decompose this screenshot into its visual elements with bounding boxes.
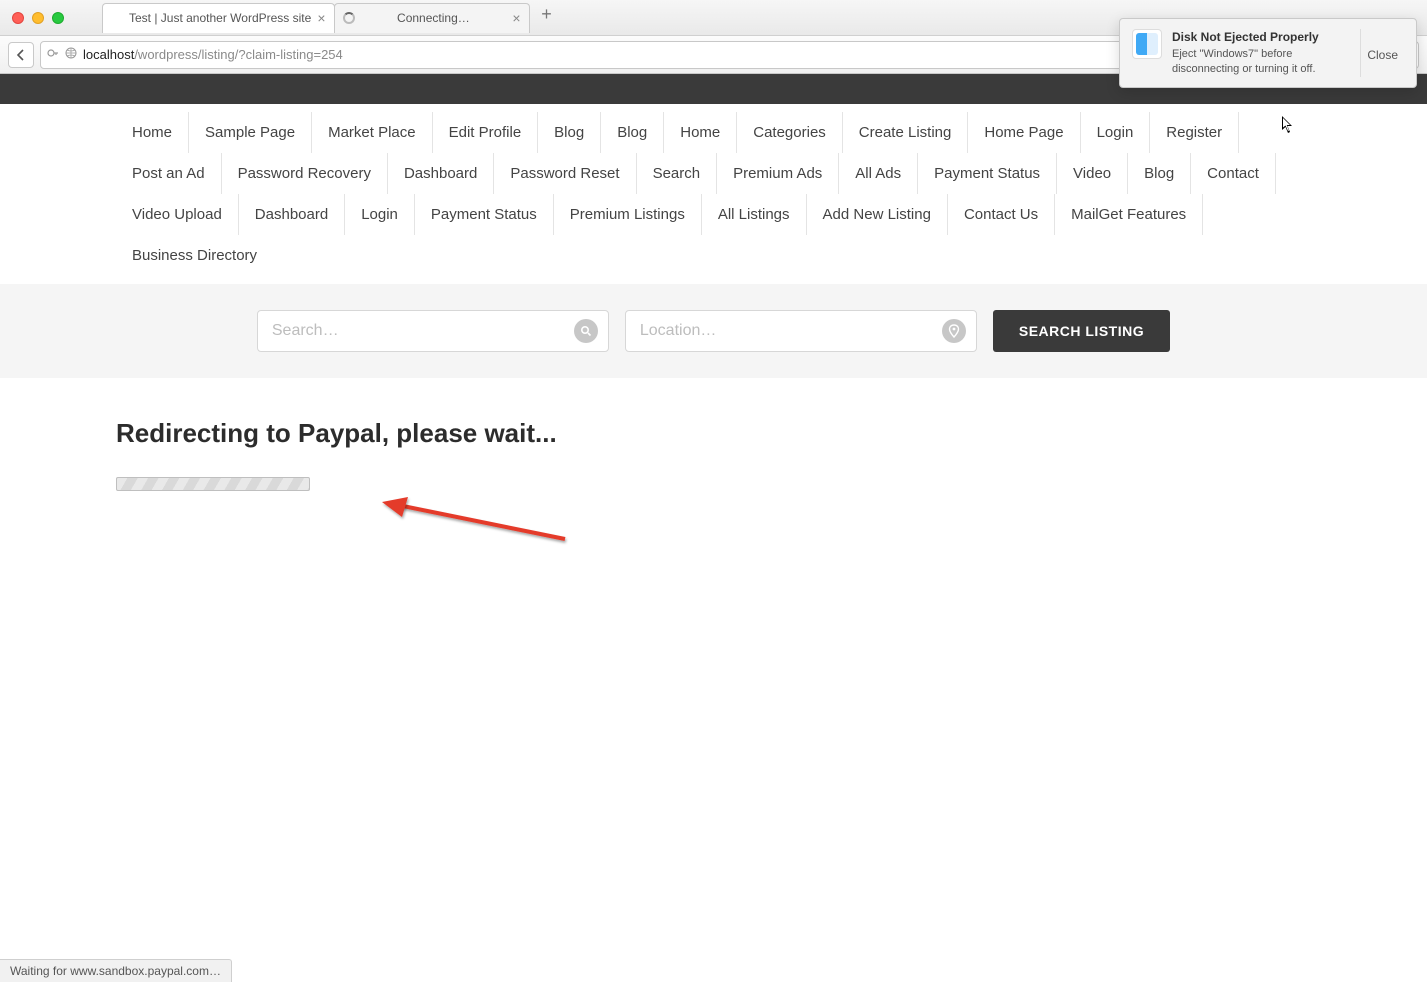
- nav-link-contact-us[interactable]: Contact Us: [948, 194, 1055, 235]
- loading-spinner-icon: [343, 12, 355, 24]
- window-close-button[interactable]: [12, 12, 24, 24]
- finder-icon: [1132, 29, 1162, 59]
- listing-search-bar: SEARCH LISTING: [0, 284, 1427, 378]
- nav-link-business-directory[interactable]: Business Directory: [116, 235, 273, 276]
- nav-link-video[interactable]: Video: [1057, 153, 1128, 194]
- url-text: localhost/wordpress/listing/?claim-listi…: [83, 47, 1197, 62]
- nav-link-video-upload[interactable]: Video Upload: [116, 194, 239, 235]
- nav-link-contact[interactable]: Contact: [1191, 153, 1276, 194]
- system-notification: Disk Not Ejected Properly Eject "Windows…: [1119, 18, 1417, 88]
- nav-link-payment-status[interactable]: Payment Status: [415, 194, 554, 235]
- globe-icon: [65, 47, 77, 62]
- nav-link-login[interactable]: Login: [345, 194, 415, 235]
- notification-close-button[interactable]: Close: [1360, 29, 1404, 77]
- search-icon[interactable]: [574, 319, 598, 343]
- main-nav: HomeSample PageMarket PlaceEdit ProfileB…: [0, 104, 1427, 284]
- tab-strip: Test | Just another WordPress site × Con…: [102, 3, 559, 33]
- nav-link-add-new-listing[interactable]: Add New Listing: [807, 194, 948, 235]
- nav-link-all-listings[interactable]: All Listings: [702, 194, 807, 235]
- address-bar[interactable]: localhost/wordpress/listing/?claim-listi…: [40, 41, 1233, 69]
- nav-link-dashboard[interactable]: Dashboard: [239, 194, 345, 235]
- nav-link-login[interactable]: Login: [1081, 112, 1151, 153]
- notification-body: Disk Not Ejected Properly Eject "Windows…: [1172, 29, 1350, 77]
- window-controls: [12, 12, 64, 24]
- nav-link-search[interactable]: Search: [637, 153, 718, 194]
- nav-link-sample-page[interactable]: Sample Page: [189, 112, 312, 153]
- new-tab-button[interactable]: +: [535, 3, 559, 27]
- nav-link-all-ads[interactable]: All Ads: [839, 153, 918, 194]
- location-input[interactable]: [640, 322, 942, 340]
- nav-link-blog[interactable]: Blog: [601, 112, 664, 153]
- progress-bar: [116, 477, 310, 491]
- tab-title: Test | Just another WordPress site: [123, 11, 317, 25]
- nav-link-edit-profile[interactable]: Edit Profile: [433, 112, 539, 153]
- tab-title: Connecting…: [355, 11, 513, 25]
- search-listing-button[interactable]: SEARCH LISTING: [993, 310, 1170, 352]
- tab-close-icon[interactable]: ×: [317, 11, 325, 25]
- page-content: Redirecting to Paypal, please wait...: [0, 378, 1427, 531]
- window-minimize-button[interactable]: [32, 12, 44, 24]
- nav-link-blog[interactable]: Blog: [538, 112, 601, 153]
- nav-link-mailget-features[interactable]: MailGet Features: [1055, 194, 1203, 235]
- nav-link-premium-ads[interactable]: Premium Ads: [717, 153, 839, 194]
- nav-link-categories[interactable]: Categories: [737, 112, 843, 153]
- page-heading: Redirecting to Paypal, please wait...: [116, 418, 1311, 449]
- tab-1[interactable]: Connecting… ×: [334, 3, 530, 33]
- notification-text: Eject "Windows7" before disconnecting or…: [1172, 47, 1350, 77]
- nav-link-blog[interactable]: Blog: [1128, 153, 1191, 194]
- status-bar: Waiting for www.sandbox.paypal.com…: [0, 959, 232, 982]
- nav-link-home[interactable]: Home: [664, 112, 737, 153]
- tab-0[interactable]: Test | Just another WordPress site ×: [102, 3, 335, 33]
- nav-link-password-reset[interactable]: Password Reset: [494, 153, 636, 194]
- tab-close-icon[interactable]: ×: [512, 11, 520, 25]
- main-nav-wrap: HomeSample PageMarket PlaceEdit ProfileB…: [0, 104, 1427, 284]
- nav-link-home-page[interactable]: Home Page: [968, 112, 1080, 153]
- search-input[interactable]: [272, 322, 574, 340]
- nav-link-payment-status[interactable]: Payment Status: [918, 153, 1057, 194]
- nav-link-home[interactable]: Home: [116, 112, 189, 153]
- back-button[interactable]: [8, 42, 34, 68]
- nav-link-dashboard[interactable]: Dashboard: [388, 153, 494, 194]
- nav-link-market-place[interactable]: Market Place: [312, 112, 433, 153]
- identity-icon: [47, 47, 59, 62]
- notification-title: Disk Not Ejected Properly: [1172, 29, 1350, 45]
- nav-link-premium-listings[interactable]: Premium Listings: [554, 194, 702, 235]
- nav-link-create-listing[interactable]: Create Listing: [843, 112, 969, 153]
- location-input-wrap: [625, 310, 977, 352]
- nav-link-password-recovery[interactable]: Password Recovery: [222, 153, 388, 194]
- nav-link-post-an-ad[interactable]: Post an Ad: [116, 153, 222, 194]
- window-maximize-button[interactable]: [52, 12, 64, 24]
- search-input-wrap: [257, 310, 609, 352]
- location-pin-icon[interactable]: [942, 319, 966, 343]
- nav-link-register[interactable]: Register: [1150, 112, 1239, 153]
